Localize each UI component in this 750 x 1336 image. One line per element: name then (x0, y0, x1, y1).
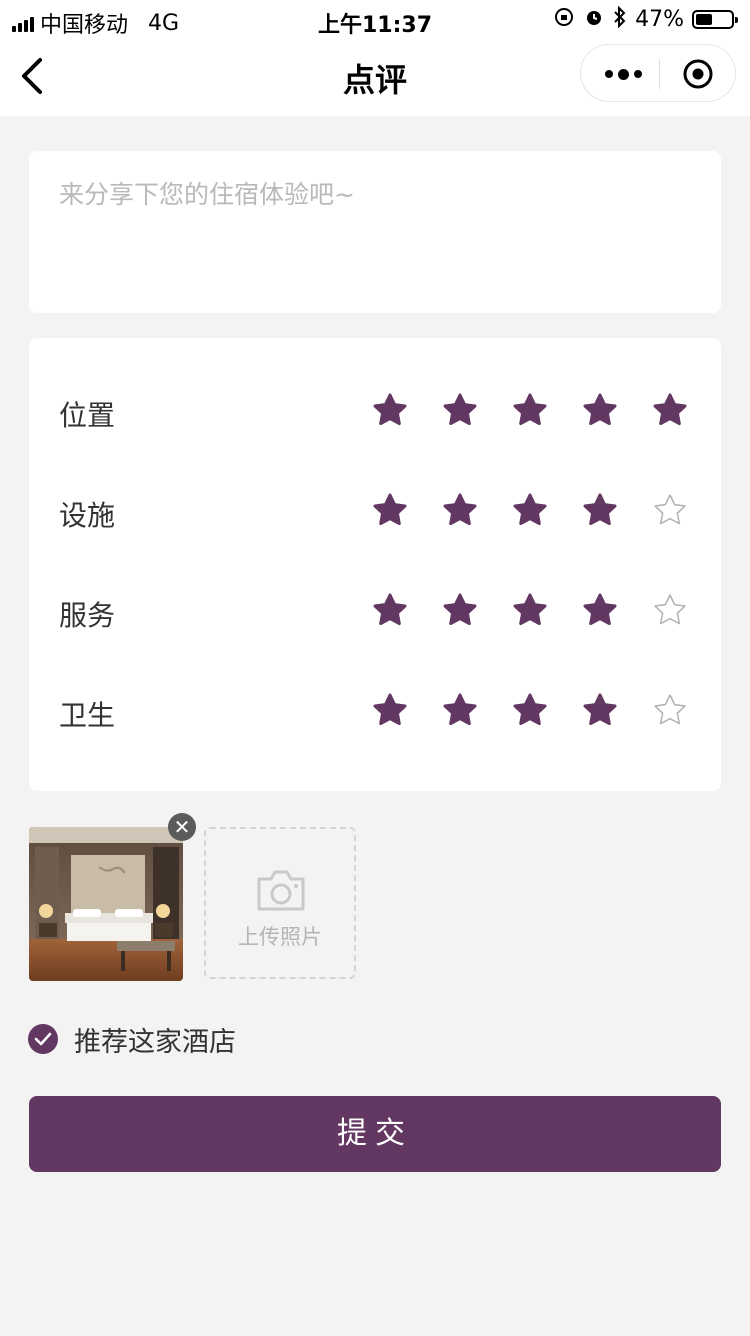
star-filled-icon[interactable] (652, 392, 688, 428)
hotel-room-photo (29, 827, 183, 981)
check-icon (28, 1024, 58, 1054)
submit-button[interactable]: 提交 (29, 1096, 721, 1172)
review-card (29, 151, 721, 313)
battery-percent: 47% (635, 7, 684, 32)
star-filled-icon[interactable] (442, 692, 478, 728)
star-filled-icon[interactable] (372, 692, 408, 728)
rating-label: 位置 (59, 399, 116, 432)
star-filled-icon[interactable] (582, 592, 618, 628)
bluetooth-icon (613, 5, 627, 33)
star-filled-icon[interactable] (372, 392, 408, 428)
more-button[interactable] (601, 57, 645, 91)
rating-label: 设施 (59, 499, 116, 532)
star-filled-icon[interactable] (512, 692, 548, 728)
close-program-button[interactable] (682, 58, 714, 90)
photo-thumbnail[interactable] (29, 827, 183, 981)
alarm-icon (583, 6, 605, 33)
camera-icon (257, 870, 305, 911)
rating-row: 位置 (29, 382, 721, 442)
star-empty-icon[interactable] (652, 592, 688, 628)
target-circle-icon (683, 59, 713, 89)
star-empty-icon[interactable] (652, 692, 688, 728)
star-filled-icon[interactable] (512, 492, 548, 528)
star-rating (372, 592, 688, 628)
review-textarea[interactable] (59, 175, 689, 285)
rating-row: 服务 (29, 582, 721, 642)
close-icon: ✕ (173, 815, 191, 839)
rating-label: 卫生 (59, 699, 116, 732)
top-bar: 中国移动 4G 上午11:37 47% 点评 (0, 0, 750, 116)
upload-photo-label: 上传照片 (238, 925, 322, 949)
remove-photo-button[interactable]: ✕ (168, 813, 196, 841)
star-filled-icon[interactable] (442, 492, 478, 528)
orientation-lock-icon (553, 6, 575, 33)
rating-row: 设施 (29, 482, 721, 542)
star-filled-icon[interactable] (582, 492, 618, 528)
status-bar: 中国移动 4G 上午11:37 47% (0, 0, 750, 40)
star-filled-icon[interactable] (512, 392, 548, 428)
star-rating (372, 692, 688, 728)
status-right: 47% (553, 5, 738, 33)
star-rating (372, 492, 688, 528)
star-rating (372, 392, 688, 428)
capsule-divider (659, 59, 660, 89)
star-filled-icon[interactable] (442, 392, 478, 428)
rating-row: 卫生 (29, 682, 721, 742)
recommend-label: 推荐这家酒店 (74, 1026, 236, 1058)
star-filled-icon[interactable] (372, 492, 408, 528)
rating-card: 位置 设施 服务 卫生 (29, 338, 721, 791)
mini-program-capsule (580, 44, 736, 102)
upload-photo-button[interactable]: 上传照片 (204, 827, 356, 979)
more-dots-icon (604, 68, 642, 80)
recommend-checkbox[interactable]: 推荐这家酒店 (28, 1022, 236, 1058)
star-filled-icon[interactable] (442, 592, 478, 628)
star-filled-icon[interactable] (372, 592, 408, 628)
star-filled-icon[interactable] (582, 692, 618, 728)
star-filled-icon[interactable] (582, 392, 618, 428)
star-filled-icon[interactable] (512, 592, 548, 628)
battery-icon (692, 10, 738, 29)
rating-label: 服务 (59, 599, 116, 632)
star-empty-icon[interactable] (652, 492, 688, 528)
